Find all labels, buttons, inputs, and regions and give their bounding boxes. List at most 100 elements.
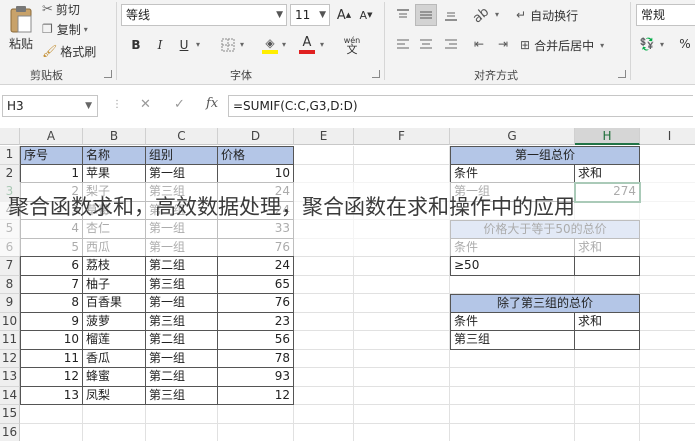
box3-sum-value[interactable] [575, 331, 640, 350]
grid-cell[interactable] [354, 164, 450, 183]
paste-button[interactable]: 粘贴 [4, 2, 38, 54]
grid-cell[interactable] [83, 405, 146, 424]
grid-cell[interactable] [450, 349, 575, 368]
chevron-down-icon[interactable]: ▾ [196, 40, 200, 49]
grid-cell[interactable] [20, 423, 83, 441]
clipboard-dialog-launcher[interactable] [104, 70, 112, 78]
copy-button[interactable]: ❐ 复制 ▾ [42, 20, 88, 38]
grid-cell[interactable] [575, 275, 640, 294]
table-cell[interactable]: 荔枝 [83, 257, 146, 276]
grid-cell[interactable] [294, 312, 354, 331]
table-cell[interactable]: 7 [20, 275, 83, 294]
grid-cell[interactable] [294, 164, 354, 183]
font-dialog-launcher[interactable] [372, 70, 380, 78]
table-cell[interactable]: 第二组 [146, 368, 218, 387]
table-cell[interactable]: 9 [20, 312, 83, 331]
grid-cell[interactable] [294, 294, 354, 313]
table-cell[interactable]: 香瓜 [83, 349, 146, 368]
column-header-f[interactable]: F [354, 128, 450, 145]
align-right-button[interactable] [440, 34, 462, 54]
name-box[interactable]: H3 ▼ [2, 95, 98, 117]
grid-cell[interactable] [354, 368, 450, 387]
grid-cell[interactable] [294, 349, 354, 368]
table-cell[interactable]: 苹果 [83, 164, 146, 183]
box1-condition-label[interactable]: 条件 [450, 164, 575, 183]
table-cell[interactable]: 柚子 [83, 275, 146, 294]
column-header-i[interactable]: I [640, 128, 695, 145]
font-size-combo[interactable]: 11 ▼ [290, 4, 330, 26]
alignment-dialog-launcher[interactable] [618, 70, 626, 78]
grid-cell[interactable] [575, 349, 640, 368]
grid-cell[interactable] [575, 386, 640, 405]
table-cell[interactable]: 24 [218, 257, 294, 276]
table-cell[interactable]: 凤梨 [83, 386, 146, 405]
grid-cell[interactable] [640, 165, 695, 183]
table-cell[interactable]: 8 [20, 294, 83, 313]
grid-cell[interactable] [294, 368, 354, 387]
table-cell[interactable]: 12 [20, 368, 83, 387]
grid-cell[interactable] [575, 423, 640, 441]
select-all-corner[interactable] [0, 128, 20, 145]
table-cell[interactable]: 12 [218, 386, 294, 405]
accounting-format-button[interactable]: 💱 [638, 34, 656, 54]
row-header-13[interactable]: 13 [0, 368, 20, 387]
grid-cell[interactable] [354, 349, 450, 368]
table-cell[interactable]: 11 [20, 349, 83, 368]
box3-sum-label[interactable]: 求和 [575, 312, 640, 331]
grid-cell[interactable] [640, 405, 695, 424]
font-color-button[interactable]: A [298, 34, 316, 56]
grid-cell[interactable] [354, 257, 450, 276]
table-cell[interactable]: 23 [218, 312, 294, 331]
box3-condition-label[interactable]: 条件 [450, 312, 575, 331]
table-cell[interactable]: 第三组 [146, 386, 218, 405]
grid-cell[interactable] [354, 275, 450, 294]
table-cell[interactable]: 10 [218, 164, 294, 183]
box2-condition-value[interactable]: ≥50 [450, 257, 575, 276]
enter-icon[interactable]: ✓ [174, 97, 185, 112]
table-header-cell[interactable]: 名称 [83, 146, 146, 165]
column-header-d[interactable]: D [218, 128, 294, 145]
grid-cell[interactable] [354, 312, 450, 331]
box1-title[interactable]: 第一组总价 [450, 146, 640, 165]
row-header-8[interactable]: 8 [0, 275, 20, 294]
chevron-down-icon[interactable]: ▾ [240, 40, 244, 49]
grid-cell[interactable] [640, 276, 695, 294]
align-bottom-button[interactable] [440, 4, 462, 26]
orientation-button[interactable]: ab [470, 4, 492, 26]
grid-cell[interactable] [640, 368, 695, 387]
table-cell[interactable]: 蜂蜜 [83, 368, 146, 387]
table-header-cell[interactable]: 组别 [146, 146, 218, 165]
box1-sum-label[interactable]: 求和 [575, 164, 640, 183]
table-cell[interactable]: 第三组 [146, 312, 218, 331]
column-header-b[interactable]: B [83, 128, 146, 145]
table-cell[interactable]: 第一组 [146, 294, 218, 313]
font-name-combo[interactable]: 等线 ▼ [121, 4, 287, 26]
row-header-1[interactable]: 1 [0, 146, 20, 165]
grid-cell[interactable] [20, 405, 83, 424]
grid-cell[interactable] [354, 294, 450, 313]
grid-cell[interactable] [218, 405, 294, 424]
grid-cell[interactable] [640, 294, 695, 313]
column-header-g[interactable]: G [450, 128, 575, 145]
grid-cell[interactable] [354, 386, 450, 405]
row-header-15[interactable]: 15 [0, 405, 20, 424]
grid-cell[interactable] [575, 368, 640, 387]
percent-button[interactable]: % [676, 34, 694, 54]
chevron-down-icon[interactable]: ▾ [660, 40, 664, 49]
table-cell[interactable]: 6 [20, 257, 83, 276]
chevron-down-icon[interactable]: ▾ [495, 10, 499, 19]
grid-cell[interactable] [294, 423, 354, 441]
grid-cell[interactable] [354, 331, 450, 350]
underline-button[interactable]: U [176, 36, 192, 54]
grid-cell[interactable] [294, 386, 354, 405]
row-header-12[interactable]: 12 [0, 349, 20, 368]
box3-title[interactable]: 除了第三组的总价 [450, 294, 640, 313]
table-header-cell[interactable]: 价格 [218, 146, 294, 165]
align-center-button[interactable] [415, 34, 437, 54]
row-header-2[interactable]: 2 [0, 164, 20, 183]
grid-cell[interactable] [640, 257, 695, 276]
grid-cell[interactable] [450, 275, 575, 294]
table-cell[interactable]: 1 [20, 164, 83, 183]
number-format-combo[interactable]: 常规 [636, 4, 695, 26]
grid-cell[interactable] [450, 423, 575, 441]
